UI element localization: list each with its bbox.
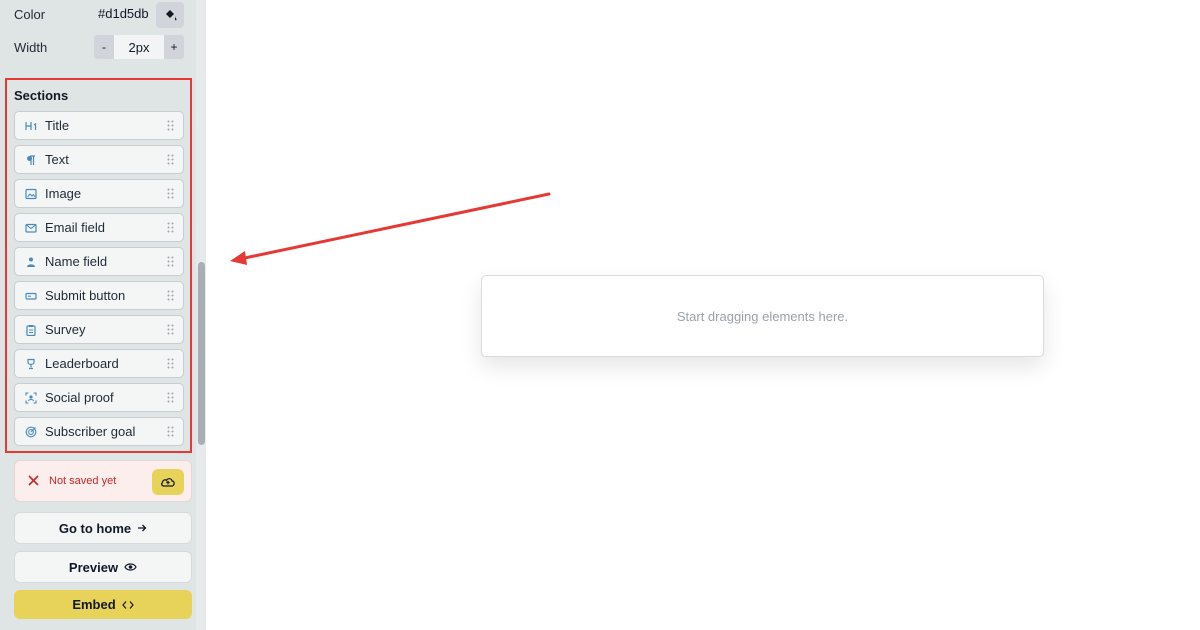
- sections-annotation-highlight: [5, 78, 192, 453]
- embed-button[interactable]: Embed: [14, 590, 192, 619]
- go-to-home-button[interactable]: Go to home: [14, 512, 192, 544]
- dropzone-placeholder: Start dragging elements here.: [676, 308, 849, 324]
- width-value-input[interactable]: 2px: [114, 35, 164, 59]
- cloud-upload-icon: [161, 478, 175, 487]
- sidebar-scrollbar-thumb[interactable]: [198, 262, 205, 445]
- width-label: Width: [14, 39, 48, 55]
- color-value[interactable]: #d1d5db: [98, 6, 149, 21]
- preview-label: Preview: [68, 559, 119, 575]
- eye-icon: [124, 563, 137, 571]
- save-cloud-button[interactable]: [152, 469, 184, 495]
- save-status-banner: Not saved yet: [14, 460, 192, 502]
- preview-button[interactable]: Preview: [14, 551, 192, 583]
- color-setting-row: Color #d1d5db: [14, 2, 184, 28]
- paint-bucket-button[interactable]: [156, 2, 184, 28]
- width-increment-button[interactable]: +: [164, 35, 184, 59]
- code-icon: [121, 600, 134, 609]
- embed-label: Embed: [72, 597, 116, 612]
- sidebar: Color #d1d5db Width - 2px + Sections Tit…: [0, 0, 206, 630]
- canvas-dropzone[interactable]: Start dragging elements here.: [481, 275, 1044, 357]
- width-setting-row: Width - 2px +: [14, 35, 184, 59]
- close-icon: [28, 475, 39, 486]
- arrow-right-icon: [138, 524, 147, 532]
- width-stepper: - 2px +: [94, 35, 184, 59]
- color-label: Color: [14, 6, 46, 22]
- width-decrement-button[interactable]: -: [94, 35, 114, 59]
- go-to-home-label: Go to home: [58, 520, 132, 536]
- annotation-arrow: [230, 192, 551, 265]
- save-status-text: Not saved yet: [49, 475, 117, 487]
- paint-bucket-icon: [166, 10, 177, 21]
